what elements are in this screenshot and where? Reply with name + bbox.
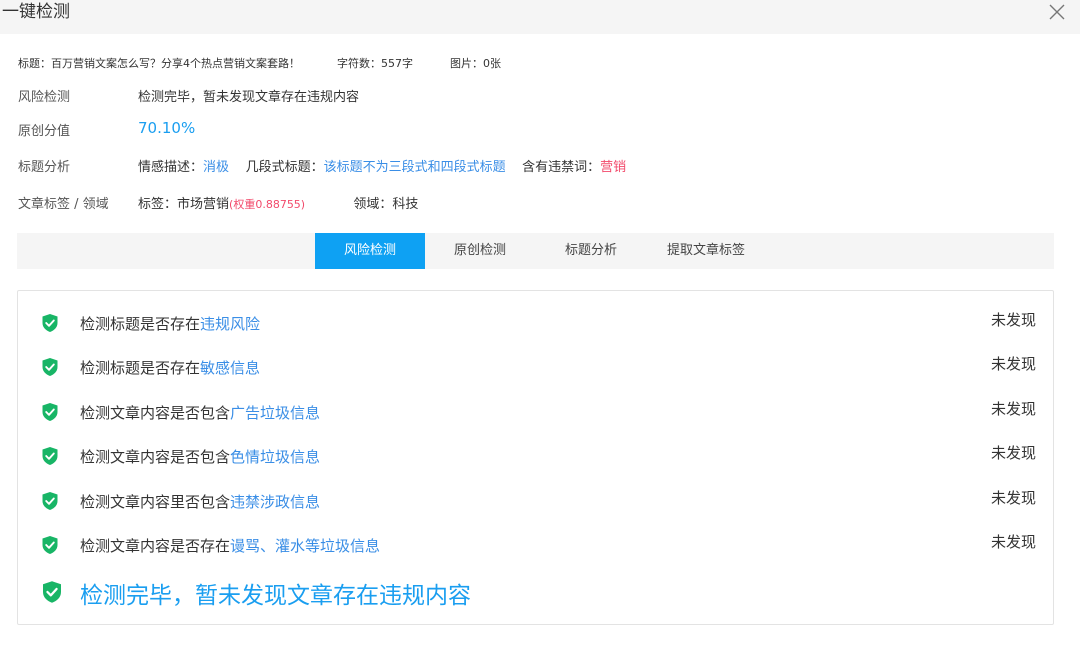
check-prefix: 检测标题是否存在 (80, 315, 201, 333)
check-prefix: 检测文章内容是否包含 (80, 448, 231, 466)
check-text: 检测标题是否存在违规风险 (80, 313, 260, 334)
meta-title-value: 百万营销文案怎么写？分享4个热点营销文案套路！ (51, 57, 300, 70)
meta-chars-value: 557字 (381, 57, 413, 70)
shield-check-icon (43, 581, 61, 603)
shield-check-icon (42, 447, 58, 465)
dialog-titlebar: 一键检测 (0, 0, 1080, 34)
banned-value: 营销 (600, 160, 627, 175)
check-prefix: 检测标题是否存在 (80, 359, 201, 377)
original-label: 原创分值 (18, 124, 71, 139)
meta-images-label: 图片： (450, 57, 483, 70)
meta-chars-label: 字符数： (337, 57, 381, 70)
tab-risk-check[interactable]: 风险检测 (315, 233, 425, 269)
risk-label: 风险检测 (18, 90, 71, 105)
risk-value: 检测完毕，暂未发现文章存在违规内容 (138, 90, 360, 105)
check-prefix: 检测文章内容里否包含 (80, 493, 231, 511)
dialog-title: 一键检测 (2, 2, 70, 22)
shield-check-icon (42, 358, 58, 376)
check-highlight: 违禁涉政信息 (230, 493, 321, 511)
detection-tabs: 风险检测 原创检测 标题分析 提取文章标签 (17, 233, 1054, 269)
banned-label: 含有违禁词： (522, 160, 601, 175)
check-prefix: 检测文章内容是否存在 (80, 537, 231, 555)
check-row: 检测文章内容里否包含违禁涉政信息 未发现 (41, 489, 1036, 511)
tab-extract-tags[interactable]: 提取文章标签 (651, 233, 761, 269)
check-status: 未发现 (990, 489, 1036, 507)
tags-label: 文章标签 / 领域 (18, 197, 109, 212)
tag-weight: (权重0.88755) (229, 198, 306, 211)
check-highlight: 敏感信息 (200, 359, 261, 377)
check-row: 检测标题是否存在敏感信息 未发现 (41, 355, 1036, 377)
risk-results-panel: 检测标题是否存在违规风险 未发现 检测标题是否存在敏感信息 未发现 检测文章内容… (17, 290, 1054, 625)
original-score: 70.10% (138, 119, 196, 137)
check-highlight: 色情垃圾信息 (230, 448, 321, 466)
check-status: 未发现 (990, 533, 1036, 551)
close-icon[interactable] (1048, 3, 1066, 21)
tab-title-analysis[interactable]: 标题分析 (548, 233, 634, 269)
tab-original-check[interactable]: 原创检测 (437, 233, 523, 269)
article-meta: 标题：百万营销文案怎么写？分享4个热点营销文案套路！ 字符数：557字 图片：0… (18, 55, 501, 71)
check-text: 检测文章内容是否包含广告垃圾信息 (80, 402, 320, 423)
tag-label: 标签： (138, 197, 178, 212)
title-analysis-label: 标题分析 (18, 160, 71, 175)
emotion-value: 消极 (203, 160, 230, 175)
segment-label: 几段式标题： (245, 160, 324, 175)
check-status: 未发现 (990, 400, 1036, 418)
shield-check-icon (42, 314, 58, 332)
check-text: 检测文章内容是否包含色情垃圾信息 (80, 446, 320, 467)
segment-value: 该标题不为三段式和四段式标题 (323, 160, 506, 175)
shield-check-icon (42, 492, 58, 510)
check-text: 检测文章内容里否包含违禁涉政信息 (80, 491, 320, 512)
check-status: 未发现 (990, 355, 1036, 373)
check-row: 检测文章内容是否存在谩骂、灌水等垃圾信息 未发现 (41, 533, 1036, 555)
domain-value: 科技 (392, 197, 419, 212)
emotion-label: 情感描述： (138, 160, 204, 175)
domain-label: 领域： (353, 197, 393, 212)
check-row: 检测文章内容是否包含色情垃圾信息 未发现 (41, 444, 1036, 466)
check-highlight: 广告垃圾信息 (230, 404, 321, 422)
check-text: 检测标题是否存在敏感信息 (80, 357, 260, 378)
check-status: 未发现 (990, 311, 1036, 329)
final-result: 检测完毕，暂未发现文章存在违规内容 (41, 576, 741, 609)
tags-values: 标签：市场营销(权重0.88755) 领域：科技 (138, 193, 418, 212)
check-row: 检测文章内容是否包含广告垃圾信息 未发现 (41, 400, 1036, 422)
check-highlight: 违规风险 (200, 315, 261, 333)
shield-check-icon (42, 536, 58, 554)
check-text: 检测文章内容是否存在谩骂、灌水等垃圾信息 (80, 535, 380, 556)
check-status: 未发现 (990, 444, 1036, 462)
shield-check-icon (42, 403, 58, 421)
check-prefix: 检测文章内容是否包含 (80, 404, 231, 422)
check-highlight: 谩骂、灌水等垃圾信息 (230, 537, 381, 555)
meta-title-label: 标题： (18, 57, 51, 70)
check-row: 检测标题是否存在违规风险 未发现 (41, 311, 1036, 333)
tag-value: 市场营销 (177, 197, 230, 212)
title-analysis-values: 情感描述：消极 几段式标题：该标题不为三段式和四段式标题 含有违禁词：营销 (138, 156, 626, 175)
final-message: 检测完毕，暂未发现文章存在违规内容 (80, 583, 471, 609)
meta-images-value: 0张 (483, 57, 501, 70)
